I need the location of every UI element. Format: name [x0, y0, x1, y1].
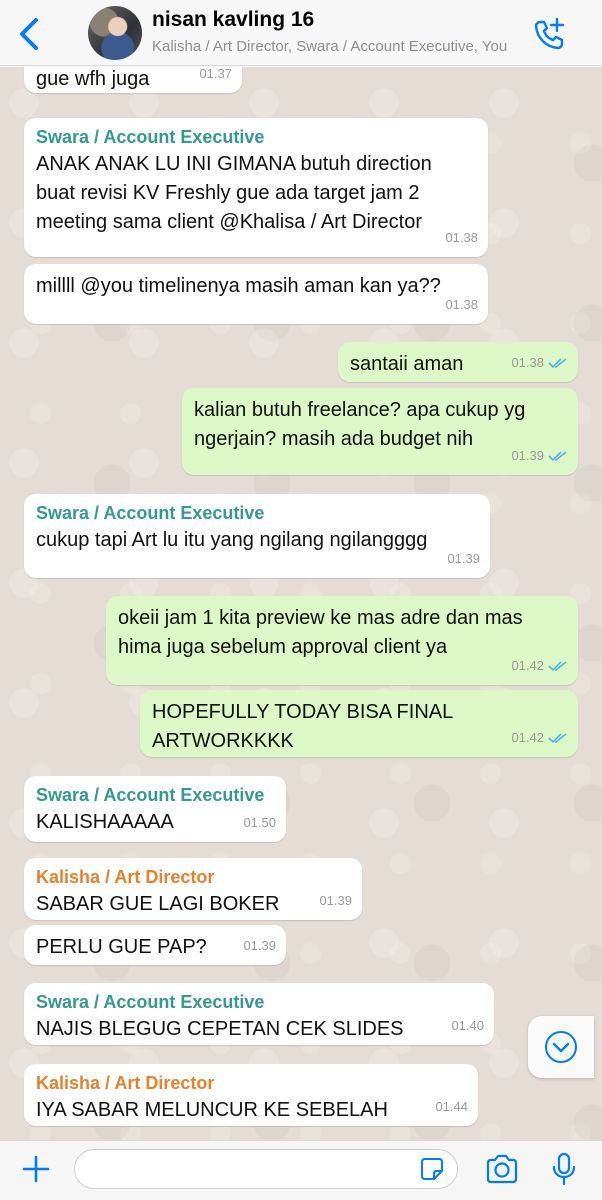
message-bubble[interactable]: Swara / Account Executive ANAK ANAK LU I… — [24, 118, 488, 257]
message-bubble[interactable]: Kalisha / Art Director IYA SABAR MELUNCU… — [24, 1064, 478, 1126]
message-text: SABAR GUE LAGI BOKER — [36, 893, 280, 915]
group-avatar[interactable] — [88, 6, 142, 60]
message-bubble[interactable]: Swara / Account Executive KALISHAAAAA 01… — [24, 776, 286, 842]
message-text: HOPEFULLY TODAY BISA FINAL ARTWORKKKK — [152, 701, 454, 752]
message-input[interactable] — [74, 1149, 458, 1189]
message-meta: 01.42 — [511, 723, 568, 752]
message-time: 01.39 — [447, 551, 480, 566]
message-time: 01.39 — [243, 938, 276, 953]
message-bubble[interactable]: okeii jam 1 kita preview ke mas adre dan… — [106, 596, 578, 685]
message-meta: 01.38 — [445, 223, 478, 252]
message-meta: 01.39 — [243, 931, 276, 960]
message-meta: 01.39 — [447, 544, 480, 573]
read-receipt-icon — [548, 732, 567, 743]
message-time: 01.50 — [243, 815, 276, 830]
message-meta: 01.38 — [445, 290, 478, 319]
camera-icon — [486, 1154, 518, 1184]
message-list[interactable]: gue wfh juga 01.37 Swara / Account Execu… — [0, 67, 602, 1140]
message-meta: 01.44 — [435, 1092, 468, 1121]
sender-name[interactable]: Swara / Account Executive — [36, 991, 482, 1013]
sender-name[interactable]: Swara / Account Executive — [36, 502, 478, 524]
sender-name[interactable]: Swara / Account Executive — [36, 126, 476, 148]
message-meta: 01.38 — [511, 348, 568, 377]
chat-title[interactable]: nisan kavling 16 — [152, 8, 314, 32]
message-bubble[interactable]: santaii aman 01.38 — [338, 342, 578, 382]
message-text: kalian butuh freelance? apa cukup yg nge… — [194, 399, 526, 450]
add-call-icon — [534, 17, 565, 50]
sender-name[interactable]: Kalisha / Art Director — [36, 866, 350, 888]
message-bubble[interactable]: Swara / Account Executive cukup tapi Art… — [24, 494, 490, 578]
plus-icon — [22, 1155, 50, 1183]
read-receipt-icon — [548, 660, 567, 671]
sticker-icon — [421, 1158, 443, 1180]
message-time: 01.42 — [511, 730, 544, 745]
message-text: IYA SABAR MELUNCUR KE SEBELAH — [36, 1099, 388, 1121]
message-text: cukup tapi Art lu itu yang ngilang ngila… — [36, 529, 428, 551]
chat-header: nisan kavling 16 Kalisha / Art Director,… — [0, 0, 602, 66]
message-meta: 01.37 — [199, 67, 232, 88]
attach-button[interactable] — [16, 1149, 56, 1189]
message-time: 01.38 — [445, 230, 478, 245]
message-time: 01.42 — [511, 658, 544, 673]
chevron-left-icon — [20, 18, 38, 50]
message-meta: 01.39 — [511, 441, 568, 470]
message-text: ANAK ANAK LU INI GIMANA butuh direction … — [36, 153, 432, 233]
microphone-icon — [552, 1152, 576, 1186]
sender-name[interactable]: Kalisha / Art Director — [36, 1072, 466, 1094]
message-bubble[interactable]: Kalisha / Art Director SABAR GUE LAGI BO… — [24, 858, 362, 920]
sender-name[interactable]: Swara / Account Executive — [36, 784, 274, 806]
microphone-button[interactable] — [544, 1149, 584, 1189]
message-time: 01.44 — [435, 1099, 468, 1114]
read-receipt-icon — [548, 450, 567, 461]
chevron-down-circle-icon — [545, 1031, 577, 1063]
message-time: 01.38 — [511, 355, 544, 370]
back-button[interactable] — [12, 14, 46, 54]
message-text: okeii jam 1 kita preview ke mas adre dan… — [118, 607, 523, 658]
message-text: PERLU GUE PAP? — [36, 936, 207, 958]
message-time: 01.39 — [511, 448, 544, 463]
message-bubble[interactable]: Swara / Account Executive NAJIS BLEGUG C… — [24, 983, 494, 1045]
camera-button[interactable] — [482, 1149, 522, 1189]
message-meta: 01.39 — [319, 886, 352, 915]
message-bubble[interactable]: kalian butuh freelance? apa cukup yg nge… — [182, 388, 578, 475]
message-time: 01.39 — [319, 893, 352, 908]
message-text: millll @you timelinenya masih aman kan y… — [36, 275, 441, 297]
message-text: NAJIS BLEGUG CEPETAN CEK SLIDES — [36, 1018, 404, 1040]
add-call-button[interactable] — [530, 14, 570, 54]
sticker-button[interactable] — [418, 1155, 446, 1183]
message-meta: 01.42 — [511, 651, 568, 680]
message-text: KALISHAAAAA — [36, 811, 174, 833]
message-bubble[interactable]: millll @you timelinenya masih aman kan y… — [24, 264, 488, 324]
message-bubble[interactable]: HOPEFULLY TODAY BISA FINAL ARTWORKKKK 01… — [140, 690, 578, 757]
message-time: 01.37 — [199, 67, 232, 81]
message-meta: 01.50 — [243, 808, 276, 837]
message-time: 01.40 — [451, 1018, 484, 1033]
composer-bar — [0, 1140, 602, 1200]
message-bubble[interactable]: PERLU GUE PAP? 01.39 — [24, 925, 286, 965]
message-time: 01.38 — [445, 297, 478, 312]
scroll-to-bottom-button[interactable] — [528, 1016, 594, 1078]
message-meta: 01.40 — [451, 1011, 484, 1040]
message-bubble[interactable]: gue wfh juga 01.37 — [24, 67, 242, 93]
chat-participants[interactable]: Kalisha / Art Director, Swara / Account … — [152, 38, 522, 55]
read-receipt-icon — [548, 357, 567, 368]
